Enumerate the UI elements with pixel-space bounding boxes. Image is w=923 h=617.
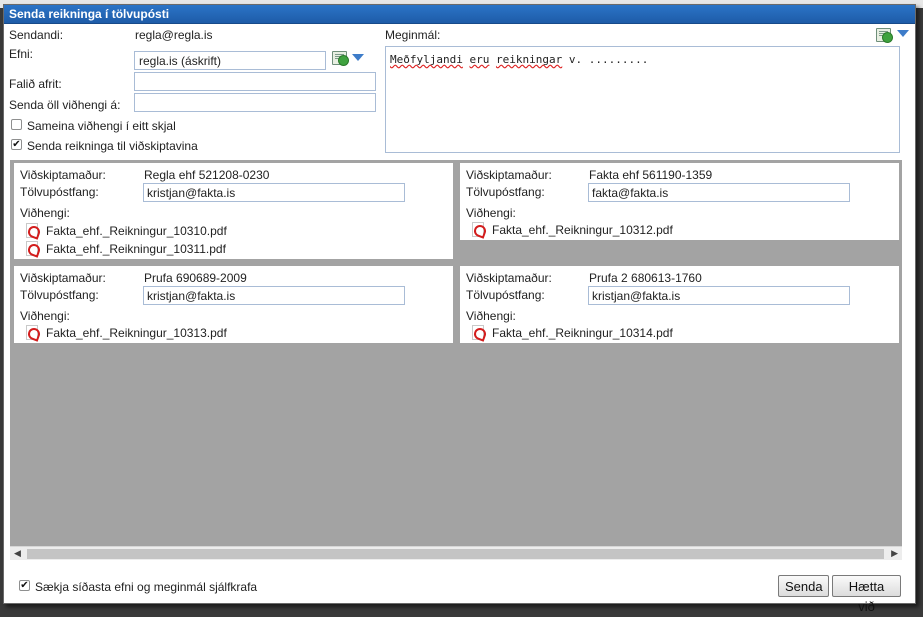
customer-card: Viðskiptamaður: Regla ehf 521208-0230 Tö…: [14, 163, 453, 259]
combine-attachments-label: Sameina viðhengi í eitt skjal: [27, 119, 176, 133]
autofill-checkbox[interactable]: ✔: [19, 580, 30, 591]
attachment-filename: Fakta_ehf._Reikningur_10313.pdf: [46, 326, 227, 340]
autofill-label: Sækja síðasta efni og meginmál sjálfkraf…: [35, 580, 258, 594]
bcc-input[interactable]: [134, 72, 376, 91]
email-input[interactable]: kristjan@fakta.is: [143, 183, 405, 202]
email-input[interactable]: kristjan@fakta.is: [143, 286, 405, 305]
customer-label: Viðskiptamaður:: [466, 271, 552, 285]
customer-label: Viðskiptamaður:: [466, 168, 552, 182]
customer-name: Fakta ehf 561190-1359: [589, 168, 713, 182]
pdf-icon: [26, 223, 38, 238]
attachment-filename: Fakta_ehf._Reikningur_10311.pdf: [46, 242, 226, 256]
customer-grid: Viðskiptamaður: Regla ehf 521208-0230 Tö…: [10, 160, 902, 546]
subject-input[interactable]: regla.is (áskrift): [134, 51, 326, 70]
body-text-rest: v. .........: [562, 53, 649, 66]
insert-template-icon[interactable]: [332, 51, 349, 66]
combine-attachments-checkbox[interactable]: [11, 119, 22, 130]
customer-card: Viðskiptamaður: Fakta ehf 561190-1359 Tö…: [460, 163, 899, 240]
customer-card: Viðskiptamaður: Prufa 690689-2009 Tölvup…: [14, 266, 453, 343]
send-all-attachments-input[interactable]: [134, 93, 376, 112]
attachment-filename: Fakta_ehf._Reikningur_10310.pdf: [46, 224, 227, 238]
attachments-label: Viðhengi:: [20, 206, 70, 220]
customer-card: Viðskiptamaður: Prufa 2 680613-1760 Tölv…: [460, 266, 899, 343]
scrollbar-thumb[interactable]: [27, 549, 884, 559]
pdf-icon: [472, 325, 484, 340]
attachment-filename: Fakta_ehf._Reikningur_10312.pdf: [492, 223, 673, 237]
dialog-titlebar[interactable]: Senda reikninga í tölvupósti: [4, 5, 915, 24]
email-label: Tölvupóstfang:: [466, 185, 545, 199]
body-label: Meginmál:: [385, 28, 441, 42]
bcc-label: Falið afrit:: [9, 77, 62, 91]
chevron-down-icon[interactable]: [352, 54, 364, 61]
email-invoices-dialog: Senda reikninga í tölvupósti Sendandi: r…: [3, 4, 916, 614]
customer-name: Prufa 690689-2009: [144, 271, 247, 285]
chevron-down-icon[interactable]: [897, 30, 909, 37]
customer-name: Prufa 2 680613-1760: [589, 271, 702, 285]
body-word-3: reikningar: [495, 53, 563, 66]
customer-label: Viðskiptamaður:: [20, 271, 106, 285]
send-button[interactable]: Senda: [778, 575, 829, 597]
customer-label: Viðskiptamaður:: [20, 168, 106, 182]
subject-label: Efni:: [9, 47, 34, 61]
send-to-customers-label: Senda reikninga til viðskiptavina: [27, 139, 198, 153]
email-label: Tölvupóstfang:: [20, 288, 99, 302]
customer-name: Regla ehf 521208-0230: [144, 168, 270, 182]
body-textarea[interactable]: Meðfyljandi eru reikningar v. .........: [385, 46, 900, 153]
attachments-label: Viðhengi:: [466, 309, 516, 323]
email-label: Tölvupóstfang:: [466, 288, 545, 302]
attachments-label: Viðhengi:: [20, 309, 70, 323]
cancel-button[interactable]: Hætta við: [832, 575, 901, 614]
pdf-icon: [472, 222, 484, 237]
attachments-label: Viðhengi:: [466, 206, 516, 220]
sender-value: regla@regla.is: [135, 28, 213, 42]
pdf-icon: [26, 241, 38, 256]
body-word-2: eru: [469, 53, 490, 66]
scroll-left-icon[interactable]: ◀: [14, 548, 21, 559]
horizontal-scrollbar[interactable]: ◀ ▶: [10, 546, 902, 560]
dialog-title: Senda reikninga í tölvupósti: [9, 7, 170, 21]
sender-label: Sendandi:: [9, 28, 64, 42]
body-word-1: Meðfyljandi: [390, 53, 463, 66]
pdf-icon: [26, 325, 38, 340]
email-input[interactable]: fakta@fakta.is: [588, 183, 850, 202]
scroll-right-icon[interactable]: ▶: [891, 548, 898, 559]
send-to-customers-checkbox[interactable]: ✔: [11, 139, 22, 150]
send-all-attachments-label: Senda öll viðhengi á:: [9, 98, 121, 112]
insert-template-icon[interactable]: [876, 28, 893, 43]
email-input[interactable]: kristjan@fakta.is: [588, 286, 850, 305]
email-label: Tölvupóstfang:: [20, 185, 99, 199]
attachment-filename: Fakta_ehf._Reikningur_10314.pdf: [492, 326, 673, 340]
